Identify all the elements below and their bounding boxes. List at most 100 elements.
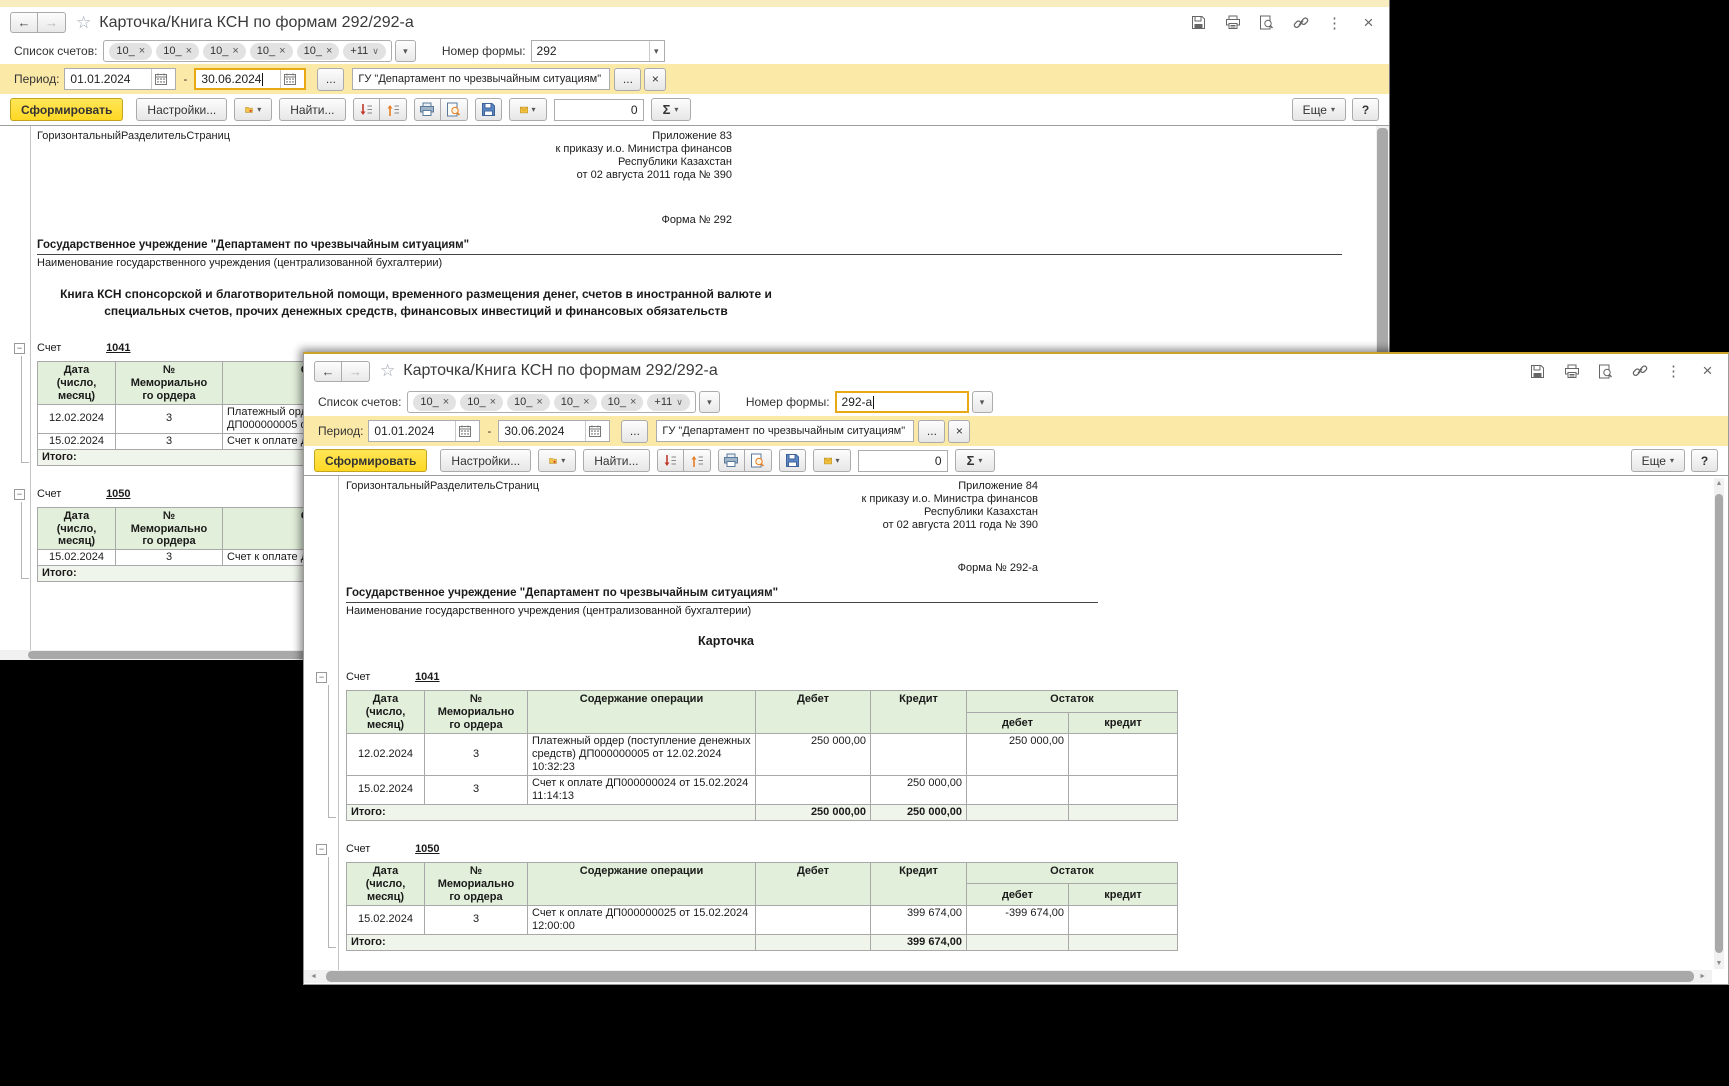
calendar-button[interactable] [151, 69, 170, 89]
accounts-more-chip[interactable]: +11∨ [647, 394, 689, 411]
chip-remove-icon[interactable]: × [490, 396, 496, 408]
link-button[interactable] [1292, 14, 1309, 31]
close-window-button[interactable]: × [1699, 363, 1716, 380]
sort-descending-button[interactable] [353, 98, 380, 121]
chip-remove-icon[interactable]: × [232, 45, 238, 57]
print-preview-button[interactable] [745, 449, 772, 472]
table-row[interactable]: 15.02.2024 3 Счет к оплате ДП000000025 о… [347, 905, 1178, 934]
print-button[interactable] [1563, 363, 1580, 380]
account-chip[interactable]: 10_× [109, 43, 152, 60]
more-actions-button[interactable]: Еще▾ [1292, 98, 1346, 121]
period-from-input[interactable]: 01.01.2024 [64, 68, 176, 90]
collapse-group-button[interactable]: − [316, 672, 327, 683]
accounts-more-chip[interactable]: +11∨ [343, 43, 385, 60]
chip-remove-icon[interactable]: × [443, 396, 449, 408]
vertical-scrollbar[interactable]: ▲ ▼ [1714, 478, 1724, 969]
chip-remove-icon[interactable]: × [139, 45, 145, 57]
generate-button[interactable]: Сформировать [314, 449, 427, 472]
table-row[interactable]: 12.02.2024 3 Платежный ордер (поступлени… [347, 734, 1178, 776]
calendar-button[interactable] [585, 421, 604, 441]
back-button[interactable]: ← [10, 12, 38, 33]
favorite-star-icon[interactable]: ☆ [380, 361, 395, 381]
forward-button[interactable]: → [342, 361, 370, 382]
scroll-left-icon[interactable]: ◄ [310, 970, 317, 983]
find-button[interactable]: Найти... [583, 449, 649, 472]
preview-button[interactable] [1258, 14, 1275, 31]
horizontal-scrollbar[interactable]: ◄ ► [304, 970, 1712, 983]
forward-button[interactable]: → [38, 12, 66, 33]
account-chip[interactable]: 10_× [460, 394, 503, 411]
account-chip[interactable]: 10_× [297, 43, 340, 60]
save-document-button[interactable] [475, 98, 502, 121]
chip-remove-icon[interactable]: × [583, 396, 589, 408]
organization-input[interactable]: ГУ "Департамент по чрезвычайным ситуация… [352, 68, 610, 90]
calendar-button[interactable] [455, 421, 474, 441]
organization-select-button[interactable]: ... [614, 68, 641, 91]
help-button[interactable]: ? [1691, 449, 1718, 472]
account-number[interactable]: 1050 [106, 488, 130, 500]
saved-settings-button[interactable]: ▾ [538, 449, 576, 472]
period-to-input[interactable]: 30.06.2024 [194, 68, 306, 90]
period-options-button[interactable]: ... [317, 68, 344, 91]
account-chip[interactable]: 10_× [601, 394, 644, 411]
account-chip[interactable]: 10_× [250, 43, 293, 60]
collapse-group-button[interactable]: − [316, 844, 327, 855]
save-button[interactable] [1529, 363, 1546, 380]
accounts-list-field[interactable]: 10_× 10_× 10_× 10_× 10_× +11∨ [103, 40, 391, 62]
account-chip[interactable]: 10_× [156, 43, 199, 60]
settings-button[interactable]: Настройки... [440, 449, 531, 472]
sort-ascending-button[interactable] [684, 449, 711, 472]
chip-remove-icon[interactable]: × [326, 45, 332, 57]
organization-input[interactable]: ГУ "Департамент по чрезвычайным ситуация… [656, 420, 914, 442]
link-button[interactable] [1631, 363, 1648, 380]
accounts-list-field[interactable]: 10_× 10_× 10_× 10_× 10_× +11∨ [407, 391, 695, 413]
page-count-input[interactable]: 0 [554, 99, 644, 121]
organization-clear-button[interactable]: × [644, 68, 666, 91]
calendar-button[interactable] [280, 70, 299, 88]
print-document-button[interactable] [718, 449, 745, 472]
favorite-star-icon[interactable]: ☆ [76, 13, 91, 33]
sum-button[interactable]: Σ ▾ [955, 449, 995, 472]
scroll-right-icon[interactable]: ► [1699, 970, 1706, 983]
find-button[interactable]: Найти... [279, 98, 345, 121]
period-to-input[interactable]: 30.06.2024 [498, 420, 610, 442]
print-document-button[interactable] [414, 98, 441, 121]
vertical-scrollbar-thumb[interactable] [1715, 494, 1723, 953]
back-button[interactable]: ← [314, 361, 342, 382]
form-number-input[interactable]: 292-а [835, 391, 969, 413]
chip-remove-icon[interactable]: × [630, 396, 636, 408]
send-email-button[interactable]: ▾ [813, 449, 851, 472]
more-actions-button[interactable]: Еще▾ [1631, 449, 1685, 472]
generate-button[interactable]: Сформировать [10, 98, 123, 121]
settings-button[interactable]: Настройки... [136, 98, 227, 121]
menu-kebab-icon[interactable]: ⋮ [1665, 363, 1682, 380]
send-email-button[interactable]: ▾ [509, 98, 547, 121]
chip-remove-icon[interactable]: × [279, 45, 285, 57]
close-window-button[interactable]: × [1360, 14, 1377, 31]
save-document-button[interactable] [779, 449, 806, 472]
period-from-input[interactable]: 01.01.2024 [368, 420, 480, 442]
saved-settings-button[interactable]: ▾ [234, 98, 272, 121]
account-chip[interactable]: 10_× [203, 43, 246, 60]
horizontal-scrollbar-thumb[interactable] [326, 971, 1694, 982]
chip-remove-icon[interactable]: × [536, 396, 542, 408]
sum-button[interactable]: Σ ▾ [651, 98, 691, 121]
form-number-input[interactable]: 292 ▾ [531, 40, 665, 62]
accounts-dropdown-button[interactable]: ▾ [395, 40, 416, 62]
print-button[interactable] [1224, 14, 1241, 31]
sort-ascending-button[interactable] [380, 98, 407, 121]
form-number-dropdown-button[interactable]: ▾ [972, 391, 993, 413]
period-options-button[interactable]: ... [621, 420, 648, 443]
organization-clear-button[interactable]: × [948, 420, 970, 443]
account-number[interactable]: 1041 [106, 342, 130, 354]
preview-button[interactable] [1597, 363, 1614, 380]
sort-descending-button[interactable] [657, 449, 684, 472]
account-chip[interactable]: 10_× [507, 394, 550, 411]
table-row[interactable]: 15.02.2024 3 Счет к оплате ДП000000024 о… [347, 775, 1178, 804]
account-number[interactable]: 1050 [415, 843, 439, 855]
collapse-group-button[interactable]: − [14, 343, 25, 354]
page-count-input[interactable]: 0 [858, 450, 948, 472]
chip-remove-icon[interactable]: × [186, 45, 192, 57]
accounts-dropdown-button[interactable]: ▾ [699, 391, 720, 413]
account-chip[interactable]: 10_× [413, 394, 456, 411]
